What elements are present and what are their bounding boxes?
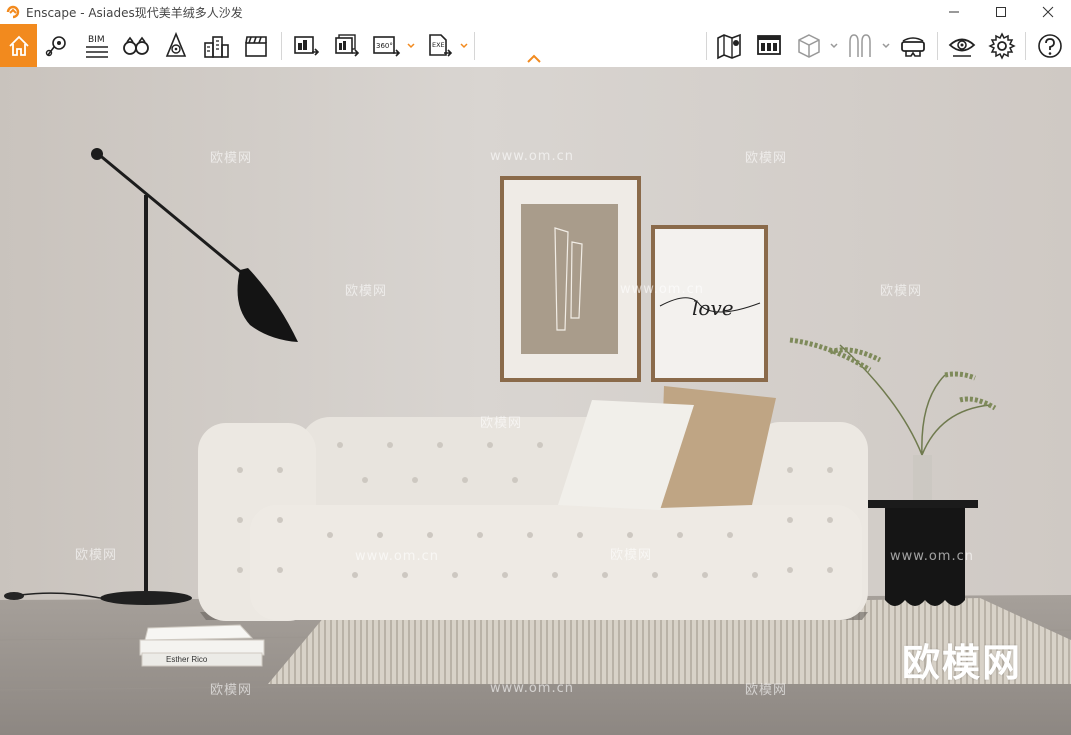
toolbar-separator [474, 32, 475, 60]
chevron-up-icon[interactable] [525, 52, 543, 64]
export-exe-icon: EXE [429, 33, 453, 57]
close-icon [1042, 6, 1054, 18]
watermark: 欧模网 [745, 151, 788, 166]
watermark: www.om.cn [490, 149, 574, 164]
watermark-large: 欧模网 [902, 641, 1023, 685]
batch-render-icon [335, 33, 360, 57]
cube-icon [798, 33, 820, 58]
material-icon [849, 33, 871, 57]
watermark: www.om.cn [620, 282, 704, 297]
bim-icon: BIM [86, 35, 108, 58]
enscape-logo-icon [6, 5, 20, 19]
video-editor-button[interactable] [237, 24, 275, 67]
material-button[interactable] [842, 24, 880, 67]
location-pin-icon [45, 35, 66, 56]
buildings-button[interactable] [197, 24, 235, 67]
title-bar: Enscape - Asiades现代美羊绒多人沙发 [0, 0, 1071, 24]
maximize-button[interactable] [978, 0, 1024, 24]
watermark: 欧模网 [610, 548, 653, 563]
chevron-down-icon[interactable] [458, 38, 470, 52]
perspective-button[interactable] [157, 24, 195, 67]
close-button[interactable] [1025, 0, 1071, 24]
minimize-icon [949, 11, 959, 13]
picture-frame-abstract [500, 176, 641, 382]
svg-text:BIM: BIM [88, 35, 105, 45]
watermark: 欧模网 [75, 548, 118, 563]
buildings-icon [204, 35, 229, 58]
main-toolbar: BIM 360° EXE [0, 24, 1071, 68]
home-button[interactable] [0, 24, 37, 67]
settings-gear-icon [988, 31, 1016, 60]
bim-button[interactable]: BIM [77, 24, 115, 67]
book-title-text: Esther Rico [166, 655, 208, 664]
export-button[interactable]: EXE [420, 24, 458, 67]
asset-library-button[interactable] [750, 24, 788, 67]
settings-button[interactable] [983, 24, 1021, 67]
home-icon [8, 35, 29, 56]
vr-headset-icon [901, 36, 925, 57]
vr-headset-button[interactable] [894, 24, 932, 67]
map-button[interactable] [710, 24, 748, 67]
cube-button[interactable] [790, 24, 828, 67]
watermark: www.om.cn [490, 681, 574, 696]
chevron-down-icon[interactable] [828, 38, 840, 52]
watermark: 欧模网 [210, 151, 253, 166]
location-button[interactable] [38, 24, 76, 67]
watermark: 欧模网 [345, 284, 388, 299]
render-viewport[interactable]: love Esther Rico 欧模网 www.om.cn 欧模网 欧模网 w… [0, 67, 1071, 735]
window-title: Enscape - Asiades现代美羊绒多人沙发 [26, 5, 243, 20]
minimize-button[interactable] [931, 0, 977, 24]
poster-love-text: love [692, 296, 734, 320]
binoculars-button[interactable] [117, 24, 155, 67]
watermark: www.om.cn [355, 549, 439, 564]
perspective-icon [165, 31, 187, 57]
visual-settings-button[interactable] [943, 24, 981, 67]
svg-text:360°: 360° [376, 42, 393, 50]
watermark: 欧模网 [210, 683, 253, 698]
watermark: 欧模网 [880, 284, 923, 299]
svg-text:EXE: EXE [432, 41, 445, 49]
maximize-icon [996, 7, 1006, 17]
toolbar-separator [706, 32, 707, 60]
binoculars-icon [123, 36, 149, 55]
toolbar-separator [1025, 32, 1026, 60]
panorama-360-icon: 360° [373, 35, 401, 57]
render-image-icon [294, 35, 320, 56]
map-icon [717, 33, 741, 59]
visual-settings-eye-icon [948, 38, 976, 57]
asset-library-icon [757, 34, 781, 55]
watermark: 欧模网 [480, 416, 523, 431]
render-image-button[interactable] [287, 24, 325, 67]
help-icon [1038, 33, 1062, 58]
help-button[interactable] [1031, 24, 1069, 67]
chevron-down-icon[interactable] [880, 38, 892, 52]
watermark: 欧模网 [745, 683, 788, 698]
batch-render-button[interactable] [327, 24, 365, 67]
clapperboard-icon [245, 35, 267, 57]
panorama-button[interactable]: 360° [367, 24, 405, 67]
toolbar-separator [281, 32, 282, 60]
watermark: www.om.cn [890, 549, 974, 564]
chevron-down-icon[interactable] [405, 38, 417, 52]
toolbar-separator [937, 32, 938, 60]
